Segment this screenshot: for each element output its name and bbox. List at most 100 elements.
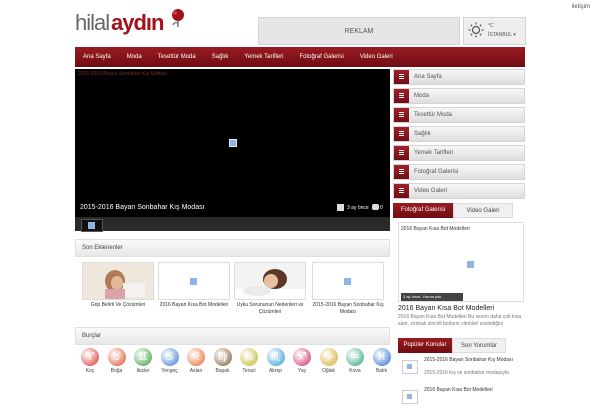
article-image[interactable]	[158, 262, 230, 300]
image-placeholder-icon	[344, 278, 351, 285]
zodiac-basak-icon[interactable]: ♍	[213, 348, 232, 366]
contact-link[interactable]: iletişim	[572, 4, 590, 10]
sidebar-menu-item[interactable]: Yemek Tarifleri	[393, 145, 525, 161]
article-caption[interactable]: 2016 Bayan Kısa Bot Modelleri	[158, 302, 230, 309]
menu-lines-icon	[394, 127, 409, 141]
zodiac-label[interactable]: Terazi	[235, 368, 263, 374]
site-logo[interactable]: hilal aydın	[75, 8, 185, 44]
zodiac-boga-icon[interactable]: ♉	[107, 348, 126, 366]
sick-woman-photo	[83, 263, 153, 299]
sidebar-menu-item[interactable]: Moda	[393, 88, 525, 104]
nav-item-saglik[interactable]: Sağlık	[204, 47, 237, 67]
zodiac-balik-icon[interactable]: ♓	[372, 348, 391, 366]
article-caption[interactable]: 2015-2016 Bayan Sonbahar Kış Modası	[312, 302, 384, 316]
video-player[interactable]: 2015-2016 Bayan Sonbahar Kış Modası 2015…	[75, 69, 390, 231]
tab-photo-gallery[interactable]: Fotoğraf Galerisi	[393, 203, 453, 218]
zodiac-aslan-icon[interactable]: ♌	[187, 348, 205, 366]
article-caption[interactable]: Uyku Sorununun Nedenleri ve Çözümleri	[234, 302, 306, 316]
menu-lines-icon	[394, 165, 409, 179]
video-thumbnail-strip	[75, 217, 390, 232]
menu-lines-icon	[394, 108, 409, 122]
weather-unit: °C	[488, 23, 494, 29]
nav-item-ana-sayfa[interactable]: Ana Sayfa	[75, 47, 119, 67]
zodiac-label[interactable]: Oğlak	[315, 368, 343, 374]
article-image[interactable]	[82, 262, 154, 300]
sidebar-menu-item[interactable]: Sağlık	[393, 126, 525, 142]
zodiac-label[interactable]: Boğa	[103, 368, 131, 374]
sidebar-menu-item[interactable]: Tesettür Moda	[393, 107, 525, 123]
zodiac-kova[interactable]: ♒ Kova	[345, 348, 365, 374]
main-nav: Ana Sayfa Moda Tesettür Moda Sağlık Yeme…	[75, 47, 525, 67]
zodiac-ikizler-icon[interactable]: ♊	[134, 348, 152, 366]
zodiac-label[interactable]: Başak	[209, 368, 237, 374]
comment-icon	[372, 204, 379, 210]
zodiac-label[interactable]: Aslan	[182, 368, 210, 374]
zodiac-label[interactable]: İkizler	[129, 368, 157, 374]
popular-title[interactable]: 2015-2016 Bayan Sonbahar Kış Modası	[424, 357, 524, 364]
latest-item[interactable]: Grip Belirti Ve Çözümleri	[82, 262, 154, 322]
nav-item-tesettur-moda[interactable]: Tesettür Moda	[150, 47, 204, 67]
zodiac-label[interactable]: Akrep	[262, 368, 290, 374]
article-caption[interactable]: Grip Belirti Ve Çözümleri	[82, 302, 154, 309]
tab-latest-comments[interactable]: Son Yorumlar	[452, 338, 506, 353]
sidebar-menu-item[interactable]: Video Galeri	[393, 183, 525, 199]
article-image[interactable]	[234, 262, 306, 300]
zodiac-aslan[interactable]: ♌ Aslan	[186, 348, 206, 374]
gallery-title[interactable]: 2016 Bayan Kısa Bot Modelleri	[398, 305, 494, 312]
zodiac-oglak-icon[interactable]: ♑	[319, 348, 338, 366]
zodiac-koc-icon[interactable]: ♈	[81, 348, 99, 366]
tab-popular-topics[interactable]: Popüler Konular	[398, 338, 452, 353]
zodiac-yay[interactable]: ♐ Yay	[292, 348, 312, 374]
zodiac-boga[interactable]: ♉ Boğa	[107, 348, 127, 374]
zodiac-basak[interactable]: ♍ Başak	[213, 348, 233, 374]
zodiac-label[interactable]: Kova	[341, 368, 369, 374]
video-thumbnail[interactable]	[81, 219, 103, 232]
zodiac-label[interactable]: Koç	[76, 368, 104, 374]
popular-title[interactable]: 2016 Bayan Kısa Bot Modelleri	[424, 387, 524, 394]
nav-item-moda[interactable]: Moda	[119, 47, 150, 67]
tab-video-gallery[interactable]: Video Galeri	[453, 203, 513, 218]
zodiac-terazi[interactable]: ♎ Terazi	[239, 348, 259, 374]
sidebar-menu-item[interactable]: Fotoğraf Galerisi	[393, 164, 525, 180]
popular-thumbnail[interactable]	[402, 360, 418, 374]
sidebar-menu-item[interactable]: Ana Sayfa	[393, 69, 525, 85]
popular-thumbnail[interactable]	[402, 390, 418, 404]
video-caption[interactable]: 2015-2016 Bayan Sonbahar Kış Modası	[80, 204, 205, 211]
popular-desc: 2015-2016 kış ve sonbahar modasıyla	[424, 370, 509, 376]
gallery-preview[interactable]: 2016 Bayan Kısa Bot Modelleri 3 ay önce,…	[398, 222, 524, 302]
zodiac-yengec[interactable]: ♋ Yengeç	[160, 348, 180, 374]
city-select[interactable]: İSTANBUL ▾	[488, 32, 516, 38]
nav-item-video-galeri[interactable]: Video Galeri	[352, 47, 401, 67]
gallery-thumb-title[interactable]: 2016 Bayan Kısa Bot Modelleri	[401, 226, 470, 232]
sidebar-menu-label: Tesettür Moda	[414, 112, 453, 118]
zodiac-akrep[interactable]: ♏ Akrep	[266, 348, 286, 374]
ad-banner[interactable]: REKLAM	[258, 17, 460, 45]
zodiac-balik[interactable]: ♓ Balık	[372, 348, 392, 374]
popular-item[interactable]: 2015-2016 Bayan Sonbahar Kış Modası 2015…	[398, 355, 524, 379]
zodiac-label[interactable]: Yengeç	[156, 368, 184, 374]
popular-item[interactable]: 2016 Bayan Kısa Bot Modelleri	[398, 385, 524, 409]
zodiac-yengec-icon[interactable]: ♋	[160, 348, 179, 366]
weather-widget[interactable]: °C İSTANBUL ▾	[463, 17, 526, 45]
zodiac-label[interactable]: Balık	[368, 368, 396, 374]
zodiac-yay-icon[interactable]: ♐	[293, 348, 311, 366]
sun-icon	[468, 22, 484, 38]
zodiac-oglak[interactable]: ♑ Oğlak	[319, 348, 339, 374]
video-top-title[interactable]: 2015-2016 Bayan Sonbahar Kış Modası	[78, 71, 167, 77]
zodiac-akrep-icon[interactable]: ♏	[266, 348, 285, 366]
menu-lines-icon	[394, 89, 409, 103]
latest-item[interactable]: Uyku Sorununun Nedenleri ve Çözümleri	[234, 262, 306, 322]
zodiac-label[interactable]: Yay	[288, 368, 316, 374]
nav-item-yemek-tarifleri[interactable]: Yemek Tarifleri	[236, 47, 291, 67]
sidebar-menu-label: Video Galeri	[414, 188, 447, 194]
nav-item-fotograf-galerisi[interactable]: Fotoğraf Galerisi	[291, 47, 351, 67]
article-image[interactable]	[312, 262, 384, 300]
zodiac-terazi-icon[interactable]: ♎	[240, 348, 258, 366]
latest-item[interactable]: 2016 Bayan Kısa Bot Modelleri	[158, 262, 230, 322]
zodiac-ikizler[interactable]: ♊ İkizler	[133, 348, 153, 374]
horoscope-section-header: Burçlar	[75, 327, 390, 345]
zodiac-koc[interactable]: ♈ Koç	[80, 348, 100, 374]
zodiac-kova-icon[interactable]: ♒	[346, 348, 364, 366]
latest-item[interactable]: 2015-2016 Bayan Sonbahar Kış Modası	[312, 262, 384, 322]
sidebar-menu-label: Moda	[414, 93, 430, 99]
